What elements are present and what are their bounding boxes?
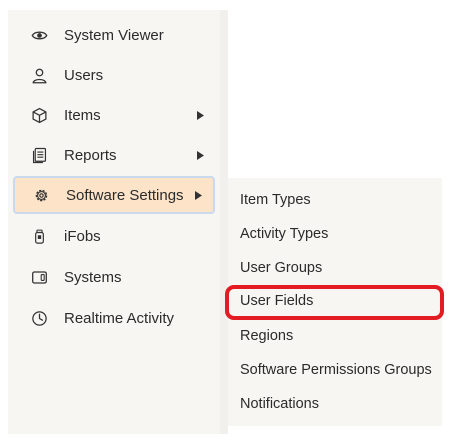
submenu-item-activity-types[interactable]: Activity Types <box>240 222 328 246</box>
menu-item-label: Users <box>64 66 104 84</box>
submenu-item-software-permissions-groups[interactable]: Software Permissions Groups <box>240 358 432 382</box>
fob-icon <box>30 227 48 245</box>
cube-icon <box>30 106 48 124</box>
menu-item-reports[interactable]: Reports <box>13 136 215 174</box>
chevron-right-icon <box>195 150 205 160</box>
main-menu: System Viewer Users Items Reports Softwa… <box>8 10 220 434</box>
menu-item-systems[interactable]: Systems <box>13 258 215 296</box>
submenu-item-item-types[interactable]: Item Types <box>240 188 311 212</box>
menu-item-system-viewer[interactable]: System Viewer <box>13 16 215 54</box>
chevron-right-icon <box>193 190 203 200</box>
menu-item-label: Software Settings <box>66 186 184 204</box>
menu-item-label: iFobs <box>64 227 101 245</box>
menu-divider <box>220 10 228 434</box>
menu-item-items[interactable]: Items <box>13 96 215 134</box>
menu-item-realtime-activity[interactable]: Realtime Activity <box>13 299 215 337</box>
menu-item-label: System Viewer <box>64 26 164 44</box>
navigation-screen: System Viewer Users Items Reports Softwa… <box>0 0 451 442</box>
menu-item-label: Items <box>64 106 101 124</box>
chevron-right-icon <box>195 110 205 120</box>
menu-item-software-settings[interactable]: Software Settings <box>13 176 215 214</box>
software-settings-submenu: Item Types Activity Types User Groups Us… <box>228 178 442 426</box>
menu-item-users[interactable]: Users <box>13 56 215 94</box>
menu-item-label: Realtime Activity <box>64 309 175 327</box>
gear-icon <box>32 186 50 204</box>
menu-item-ifobs[interactable]: iFobs <box>13 217 215 255</box>
menu-item-label: Reports <box>64 146 117 164</box>
submenu-item-user-groups[interactable]: User Groups <box>240 256 322 280</box>
submenu-item-regions[interactable]: Regions <box>240 324 293 348</box>
eye-icon <box>30 26 48 44</box>
report-icon <box>30 146 48 164</box>
submenu-item-user-fields[interactable]: User Fields <box>240 289 313 313</box>
submenu-item-notifications[interactable]: Notifications <box>240 392 319 416</box>
system-icon <box>30 268 48 286</box>
menu-item-label: Systems <box>64 268 122 286</box>
clock-icon <box>30 309 48 327</box>
user-icon <box>30 66 48 84</box>
